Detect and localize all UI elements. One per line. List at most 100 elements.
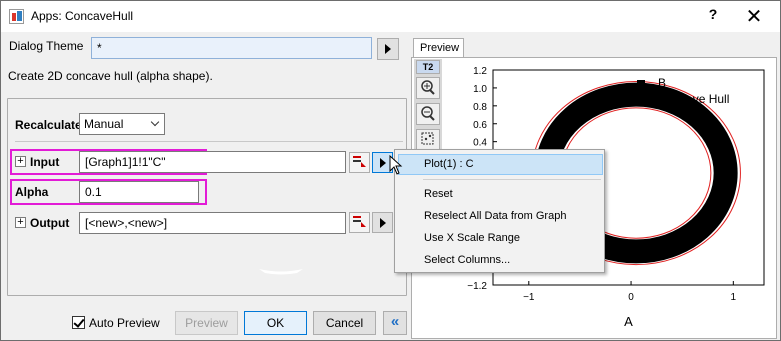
data-point: [696, 233, 703, 240]
data-point: [705, 203, 712, 210]
select-range-icon: [353, 216, 366, 227]
data-point: [594, 98, 601, 105]
input-context-menu: Plot(1) : C Reset Reselect All Data from…: [394, 149, 605, 273]
dialog-theme-field[interactable]: *: [91, 37, 372, 59]
chevron-down-icon: [150, 117, 160, 127]
select-range-icon: [353, 156, 366, 167]
menu-item-reset[interactable]: Reset: [424, 188, 453, 200]
divider: [15, 141, 403, 142]
y-tick-label: 1.0: [473, 84, 487, 95]
data-point: [649, 91, 656, 98]
data-point: [584, 99, 591, 106]
data-point: [657, 246, 664, 253]
data-point: [613, 247, 620, 254]
dialog-theme-menu-button[interactable]: [377, 38, 399, 60]
data-point: [678, 229, 685, 236]
output-label: Output: [30, 216, 70, 230]
expand-output-icon[interactable]: +: [15, 217, 26, 228]
splitter-handle[interactable]: [259, 266, 303, 276]
data-point: [702, 121, 709, 128]
data-point: [704, 224, 711, 231]
data-points-icon: [421, 132, 434, 145]
menu-item-reselect-all[interactable]: Reselect All Data from Graph: [424, 210, 566, 222]
data-point: [628, 87, 635, 94]
data-point: [602, 99, 609, 106]
data-point: [693, 114, 700, 121]
title-bar: Apps: ConcaveHull ? ✕: [1, 1, 780, 32]
data-point: [710, 137, 717, 144]
y-tick-label: 1.2: [473, 66, 487, 77]
data-point: [575, 106, 582, 113]
input-field[interactable]: [Graph1]1!1"C": [79, 151, 346, 173]
menu-item-select-columns[interactable]: Select Columns...: [424, 254, 510, 266]
data-point: [568, 120, 575, 127]
zoom-out-tool[interactable]: [416, 103, 440, 125]
data-point: [714, 153, 721, 160]
recalculate-value: Manual: [84, 117, 124, 131]
data-point: [695, 227, 702, 234]
data-select-tool[interactable]: [416, 129, 440, 151]
data-point: [558, 117, 565, 124]
data-point: [677, 241, 684, 248]
data-point: [584, 111, 591, 118]
arrow-right-icon: [385, 44, 391, 54]
arrow-right-icon: [379, 217, 386, 228]
recalculate-select[interactable]: Manual: [79, 113, 165, 135]
data-point: [668, 241, 675, 248]
data-point: [669, 235, 676, 242]
data-point: [683, 109, 690, 116]
select-from-graph-button[interactable]: [349, 152, 370, 173]
output-field[interactable]: [<new>,<new>]: [79, 212, 346, 234]
data-point: [620, 251, 627, 258]
mouse-pointer-icon: [389, 155, 403, 175]
data-point: [575, 112, 582, 119]
auto-preview-checkbox[interactable]: [72, 316, 85, 329]
data-point: [633, 251, 640, 258]
data-point: [710, 129, 717, 136]
input-label: Input: [30, 155, 60, 169]
data-point: [554, 133, 561, 140]
collapse-button[interactable]: «: [383, 311, 407, 335]
data-point: [595, 92, 602, 99]
data-point: [641, 86, 648, 93]
data-point: [576, 118, 583, 125]
data-point: [709, 144, 716, 151]
data-point: [677, 235, 684, 242]
menu-item-plot-c[interactable]: Plot(1) : C: [424, 158, 474, 170]
data-point: [723, 166, 730, 173]
ok-button[interactable]: OK: [244, 311, 307, 335]
alpha-field[interactable]: 0.1: [79, 181, 199, 203]
data-point: [722, 148, 729, 155]
menu-separator: [423, 179, 601, 180]
data-point: [712, 199, 719, 206]
preview-button[interactable]: Preview: [175, 311, 238, 335]
tab-preview[interactable]: Preview: [413, 38, 464, 58]
t2-tool-button[interactable]: T2: [416, 60, 440, 74]
legend-label-b: B: [658, 76, 666, 90]
menu-item-use-x-scale[interactable]: Use X Scale Range: [424, 232, 520, 244]
data-point: [716, 146, 723, 153]
x-tick-label: −1: [523, 292, 535, 303]
data-point: [613, 95, 620, 102]
alpha-label: Alpha: [15, 185, 49, 199]
data-point: [715, 204, 722, 211]
data-point: [714, 170, 721, 177]
help-button[interactable]: ?: [701, 6, 725, 26]
x-tick-label: 0: [628, 292, 634, 303]
output-select-button[interactable]: [349, 212, 370, 233]
data-point: [558, 138, 565, 145]
y-tick-label: 0.8: [473, 102, 487, 113]
data-point: [622, 97, 629, 104]
output-menu-button[interactable]: [372, 212, 393, 233]
y-tick-label: −1.2: [467, 281, 487, 292]
data-point: [717, 163, 724, 170]
zoom-in-tool[interactable]: [416, 77, 440, 99]
data-point: [686, 228, 693, 235]
data-point: [686, 116, 693, 123]
close-button[interactable]: ✕: [739, 4, 769, 28]
data-point: [666, 247, 673, 254]
data-point: [717, 130, 724, 137]
cancel-button[interactable]: Cancel: [313, 311, 376, 335]
expand-input-icon[interactable]: +: [15, 156, 26, 167]
recalculate-label: Recalculate: [15, 118, 82, 132]
